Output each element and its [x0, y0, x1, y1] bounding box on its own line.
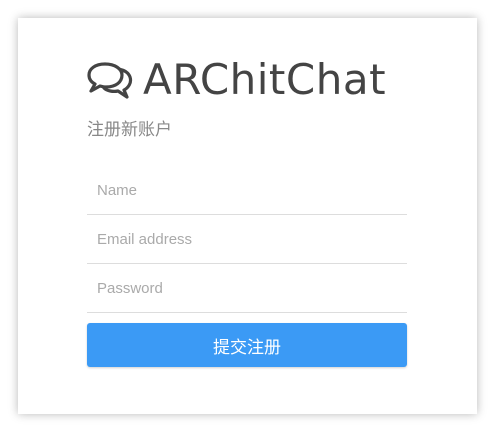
comments-icon — [87, 62, 133, 99]
email-field[interactable] — [87, 215, 407, 264]
password-field[interactable] — [87, 264, 407, 313]
submit-register-button[interactable]: 提交注册 — [87, 323, 407, 367]
register-form — [87, 166, 407, 313]
brand-header: ARChitChat — [87, 56, 386, 104]
register-card: ARChitChat 注册新账户 提交注册 — [18, 18, 477, 414]
name-field[interactable] — [87, 166, 407, 215]
app-title: ARChitChat — [143, 55, 387, 104]
page-subtitle: 注册新账户 — [87, 120, 172, 139]
